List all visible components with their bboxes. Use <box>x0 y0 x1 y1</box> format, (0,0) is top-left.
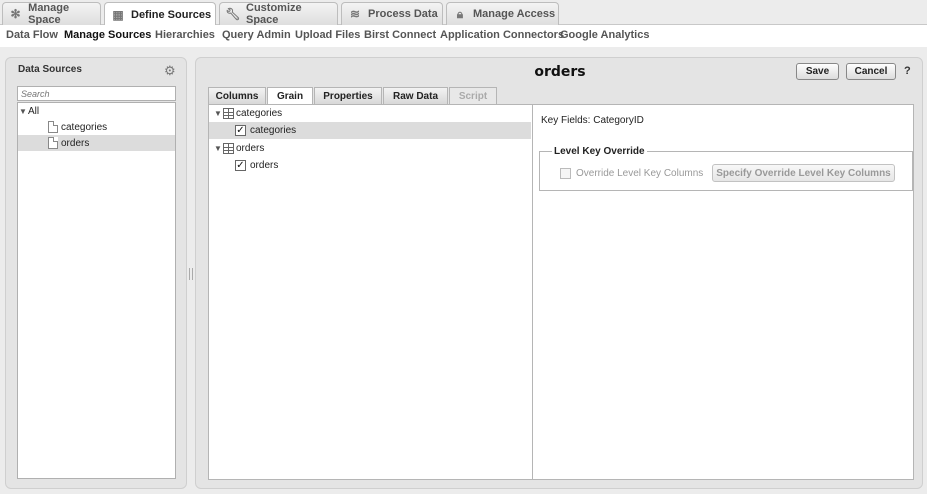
override-checkbox <box>560 168 571 179</box>
tree-label: orders <box>250 160 279 171</box>
specify-override-button: Specify Override Level Key Columns <box>712 164 895 182</box>
tree-root-all[interactable]: ▼ All <box>18 103 175 119</box>
lock-icon: 🔒︎ <box>456 6 464 21</box>
tab-label: Define Sources <box>131 8 212 21</box>
key-fields-text: Key Fields: CategoryID <box>541 115 644 126</box>
tree-label: orders <box>236 143 265 154</box>
tree-label: categories <box>236 108 283 119</box>
document-icon <box>48 121 58 133</box>
expand-triangle-icon[interactable]: ▼ <box>213 109 223 118</box>
grain-content: ▼ categories ✓ categories ▼ orders ✓ ord… <box>208 104 914 480</box>
expand-triangle-icon[interactable]: ▼ <box>18 107 28 116</box>
tab-process-data[interactable]: ≋ Process Data <box>341 2 443 25</box>
source-detail-panel: orders Save Cancel ? Columns Grain Prope… <box>195 57 923 489</box>
tab-label: Customize Space <box>246 2 302 26</box>
tab-manage-access[interactable]: 🔒︎ Manage Access <box>446 2 559 25</box>
search-input[interactable] <box>17 86 176 101</box>
tab-manage-space[interactable]: ✻ Manage Space <box>2 2 101 26</box>
subnav-manage-sources[interactable]: Manage Sources <box>64 29 151 41</box>
database-icon: ≋ <box>349 7 361 21</box>
grain-tree: ▼ categories ✓ categories ▼ orders ✓ ord… <box>209 105 533 479</box>
tree-label: categories <box>61 121 108 133</box>
settings-wheel-icon: ✻ <box>10 7 21 21</box>
document-icon <box>48 137 58 149</box>
cancel-button[interactable]: Cancel <box>846 63 896 80</box>
checkbox-checked[interactable]: ✓ <box>235 160 246 171</box>
tab-define-sources[interactable]: ▦ Define Sources <box>104 2 216 26</box>
grid-icon: ▦ <box>112 7 124 22</box>
tab-grain[interactable]: Grain <box>267 87 313 105</box>
subnav-upload-files[interactable]: Upload Files <box>295 29 360 41</box>
gear-icon[interactable]: ⚙ <box>164 64 177 77</box>
save-button[interactable]: Save <box>796 63 839 80</box>
top-tab-bar: ✻ Manage Space ▦ Define Sources 🔧︎ Custo… <box>0 0 927 26</box>
grain-level-categories[interactable]: ✓ categories <box>209 122 531 139</box>
table-icon <box>223 143 234 154</box>
tab-script: Script <box>449 87 497 104</box>
expand-triangle-icon[interactable]: ▼ <box>213 144 223 153</box>
sub-navigation: Data Flow Manage Sources Hierarchies Que… <box>0 25 927 47</box>
tab-label: Manage Space <box>28 2 70 26</box>
subnav-data-flow[interactable]: Data Flow <box>6 29 58 41</box>
panel-title: Data Sources <box>18 64 82 75</box>
override-checkbox-label: Override Level Key Columns <box>576 168 704 179</box>
subnav-google-analytics[interactable]: Google Analytics <box>560 29 649 41</box>
tab-label: Process Data <box>368 8 438 20</box>
tab-customize-space[interactable]: 🔧︎ Customize Space <box>219 2 338 26</box>
panel-splitter[interactable] <box>189 268 193 280</box>
subnav-birst-connect[interactable]: Birst Connect <box>364 29 436 41</box>
wrench-icon: 🔧︎ <box>225 7 241 21</box>
subnav-hierarchies[interactable]: Hierarchies <box>155 29 215 41</box>
grain-level-orders[interactable]: ✓ orders <box>209 157 531 174</box>
tab-columns[interactable]: Columns <box>208 87 266 104</box>
checkbox-checked[interactable]: ✓ <box>235 125 246 136</box>
tab-properties[interactable]: Properties <box>314 87 382 104</box>
subnav-query-admin[interactable]: Query Admin <box>222 29 291 41</box>
grain-table-orders[interactable]: ▼ orders <box>209 140 531 157</box>
level-key-override-group: Level Key Override Override Level Key Co… <box>539 146 913 191</box>
subnav-application-connectors[interactable]: Application Connectors <box>440 29 564 41</box>
table-icon <box>223 108 234 119</box>
tree-label: categories <box>250 125 297 136</box>
grain-table-categories[interactable]: ▼ categories <box>209 105 531 122</box>
tree-item-categories[interactable]: categories <box>18 119 175 135</box>
data-source-tree: ▼ All categories orders <box>17 102 176 479</box>
tree-label: All <box>28 105 40 117</box>
tab-raw-data[interactable]: Raw Data <box>383 87 448 104</box>
tab-label: Manage Access <box>473 8 556 20</box>
help-icon[interactable]: ? <box>904 65 911 77</box>
tree-item-orders[interactable]: orders <box>18 135 175 151</box>
data-sources-panel: Data Sources ⚙ ▼ All categories orders <box>5 57 187 489</box>
tree-label: orders <box>61 137 90 149</box>
group-legend: Level Key Override <box>552 146 647 157</box>
